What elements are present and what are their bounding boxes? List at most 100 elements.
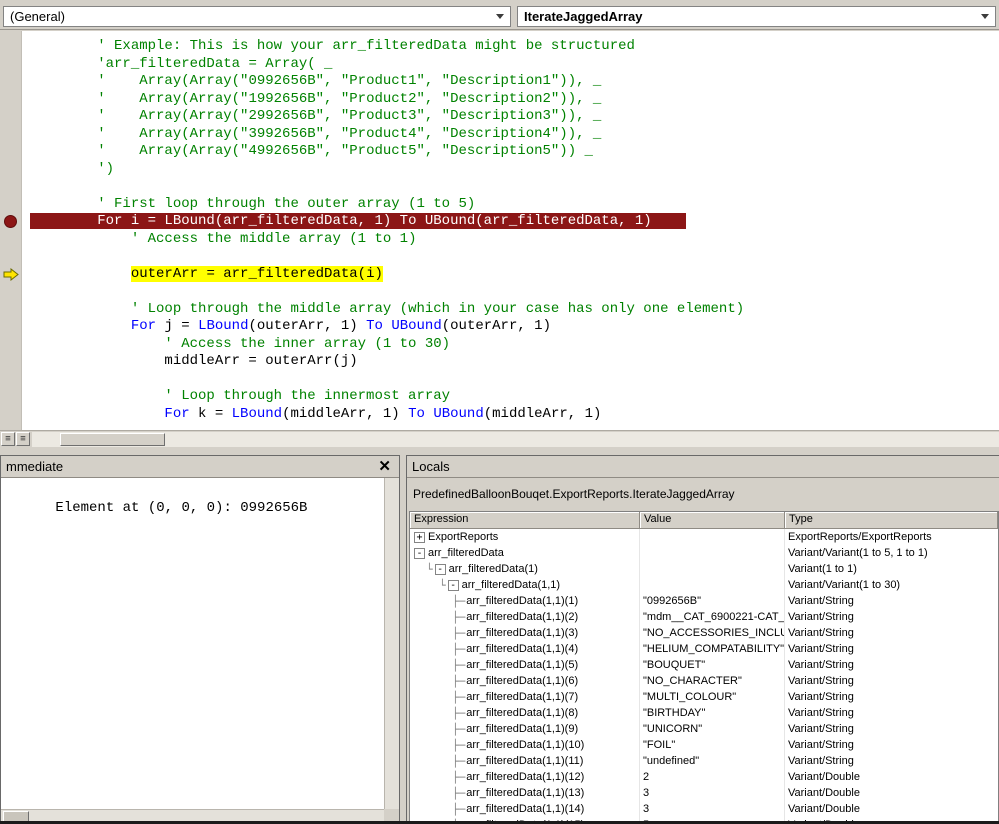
code-line: ' Array(Array("2992656B", "Product3", "D… (30, 108, 999, 126)
close-icon[interactable]: ✕ (375, 459, 394, 474)
type-cell: Variant(1 to 1) (788, 563, 857, 575)
scrollbar-thumb[interactable] (60, 432, 165, 446)
locals-row[interactable]: ├─ arr_filteredData(1,1)(1) "0992656B" Vari… (410, 593, 998, 609)
chevron-down-icon (496, 14, 504, 19)
breakpoint-line-highlight: For i = LBound(arr_filteredData, 1) To U… (30, 213, 686, 229)
locals-row[interactable]: ├─ arr_filteredData(1,1)(9) "UNICORN" Varia… (410, 721, 998, 737)
collapse-icon[interactable]: - (414, 547, 425, 559)
code-horizontal-scrollbar[interactable]: ≡ ≡ (0, 430, 999, 447)
tree-branch-icon: ├─ (452, 738, 466, 752)
locals-table-header: Expression Value Type (410, 512, 998, 529)
code-segment: ' Array(Array("4992656B", "Product5", "D… (97, 143, 593, 159)
tree-branch-icon: ├─ (452, 690, 466, 704)
locals-row[interactable]: ├─ arr_filteredData(1,1)(10) "FOIL" Variant… (410, 737, 998, 753)
breakpoint-indicator-icon[interactable] (4, 215, 17, 228)
collapse-icon[interactable]: - (447, 579, 459, 591)
expression-label: arr_filteredData(1,1)(7) (466, 691, 579, 703)
locals-title-bar[interactable]: Locals (407, 456, 999, 478)
expand-icon[interactable]: + (414, 531, 425, 543)
chevron-down-icon (981, 14, 989, 19)
expression-cell: ├─ arr_filteredData(1,1)(13) (410, 785, 640, 801)
expression-label: arr_filteredData(1,1)(10) (466, 739, 585, 751)
expression-cell: ├─ arr_filteredData(1,1)(7) (410, 689, 640, 705)
scrollbar-track[interactable] (32, 431, 999, 447)
type-cell: Variant/Double (788, 771, 860, 783)
locals-row[interactable]: ├─ arr_filteredData(1,1)(12) 2 Variant/Doub… (410, 769, 998, 785)
immediate-content[interactable]: Element at (0, 0, 0): 0992656B (1, 478, 384, 809)
tree-branch-icon: └ (439, 578, 446, 592)
value-cell: "NO_CHARACTER" (640, 673, 785, 689)
locals-row[interactable]: ├─ arr_filteredData(1,1)(5) "BOUQUET" Varia… (410, 657, 998, 673)
locals-row[interactable]: └ - arr_filteredData(1,1) Variant/Variant(1… (410, 577, 998, 593)
immediate-vertical-scrollbar[interactable] (384, 478, 399, 809)
value-cell: "HELIUM_COMPATABILITY" (640, 641, 785, 657)
code-segment: k = (189, 405, 232, 422)
value-cell: "BOUQUET" (640, 657, 785, 673)
locals-row[interactable]: ├─ arr_filteredData(1,1)(11) "undefined" Va… (410, 753, 998, 769)
locals-row[interactable]: ├─ arr_filteredData(1,1)(8) "BIRTHDAY" Vari… (410, 705, 998, 721)
locals-column-header[interactable]: Value (640, 512, 785, 529)
expression-label: arr_filteredData(1,1)(4) (466, 643, 579, 655)
locals-column-header[interactable]: Type (785, 512, 998, 529)
locals-row[interactable]: + ExportReports ExportReports/ExportReport… (410, 529, 998, 545)
code-line: ' Access the inner array (1 to 30) (30, 336, 999, 354)
immediate-title-bar[interactable]: mmediate ✕ (1, 456, 399, 478)
execution-pointer-icon[interactable] (3, 267, 19, 281)
immediate-output-text: Element at (0, 0, 0): 0992656B (55, 500, 308, 516)
locals-row[interactable]: ├─ arr_filteredData(1,1)(2) "mdm__CAT_6900… (410, 609, 998, 625)
code-segment: ' Array(Array("2992656B", "Product3", "D… (97, 108, 602, 124)
code-segment: For (130, 318, 157, 334)
code-segment: For (164, 405, 190, 422)
expression-label: arr_filteredData(1) (448, 563, 538, 575)
breakpoint-margin[interactable] (0, 31, 22, 430)
code-segment: ') (97, 160, 115, 177)
tree-branch-icon: ├─ (452, 706, 466, 720)
locals-row[interactable]: ├─ arr_filteredData(1,1)(7) "MULTI_COLOUR"… (410, 689, 998, 705)
procedure-dropdown[interactable]: IterateJaggedArray (517, 6, 996, 27)
locals-row[interactable]: ├─ arr_filteredData(1,1)(3) "NO_ACCESSORIE… (410, 625, 998, 641)
value-cell: "MULTI_COLOUR" (640, 689, 785, 705)
code-line: ' Example: This is how your arr_filtered… (30, 38, 999, 56)
code-segment: To (408, 405, 425, 422)
expression-cell: ├─ arr_filteredData(1,1)(8) (410, 705, 640, 721)
tree-branch-icon: ├─ (452, 786, 466, 800)
expression-label: arr_filteredData(1,1)(1) (466, 595, 579, 607)
locals-row[interactable]: └ - arr_filteredData(1) Variant(1 to 1) (410, 561, 998, 577)
locals-context-path: PredefinedBalloonBouqet.ExportReports.It… (413, 487, 735, 501)
collapse-icon[interactable]: - (434, 563, 446, 575)
expression-label: arr_filteredData(1,1)(14) (466, 803, 585, 815)
value-cell: "undefined" (640, 753, 785, 769)
tree-branch-icon: ├─ (452, 642, 466, 656)
value-cell: 3 (640, 801, 785, 817)
tree-branch-icon: ├─ (452, 610, 466, 624)
code-editor[interactable]: ' Example: This is how your arr_filtered… (22, 31, 999, 430)
value-cell: 3 (640, 785, 785, 801)
view-split-button-2[interactable]: ≡ (16, 432, 30, 446)
code-line: For k = LBound(middleArr, 1) To UBound(m… (30, 406, 999, 424)
code-segment: LBound (198, 318, 249, 334)
code-lines: ' Example: This is how your arr_filtered… (30, 38, 999, 423)
locals-row[interactable]: ├─ arr_filteredData(1,1)(13) 3 Variant/Doub… (410, 785, 998, 801)
locals-row[interactable]: ├─ arr_filteredData(1,1)(4) "HELIUM_COMPAT… (410, 641, 998, 657)
locals-row[interactable]: ├─ arr_filteredData(1,1)(14) 3 Variant/Doub… (410, 801, 998, 817)
type-cell: Variant/String (788, 723, 854, 735)
expression-cell: + ExportReports (410, 529, 640, 545)
locals-row[interactable]: - arr_filteredData Variant/Variant(1 to 5,… (410, 545, 998, 561)
object-dropdown[interactable]: (General) (3, 6, 511, 27)
code-segment: j = (156, 318, 199, 334)
view-split-button-1[interactable]: ≡ (1, 432, 15, 446)
value-cell: "BIRTHDAY" (640, 705, 785, 721)
expression-cell: ├─ arr_filteredData(1,1)(4) (410, 641, 640, 657)
locals-row[interactable]: ├─ arr_filteredData(1,1)(6) "NO_CHARACTER"… (410, 673, 998, 689)
tree-branch-icon: ├─ (452, 626, 466, 640)
code-line: ' Array(Array("4992656B", "Product5", "D… (30, 143, 999, 161)
locals-column-header[interactable]: Expression (410, 512, 640, 529)
